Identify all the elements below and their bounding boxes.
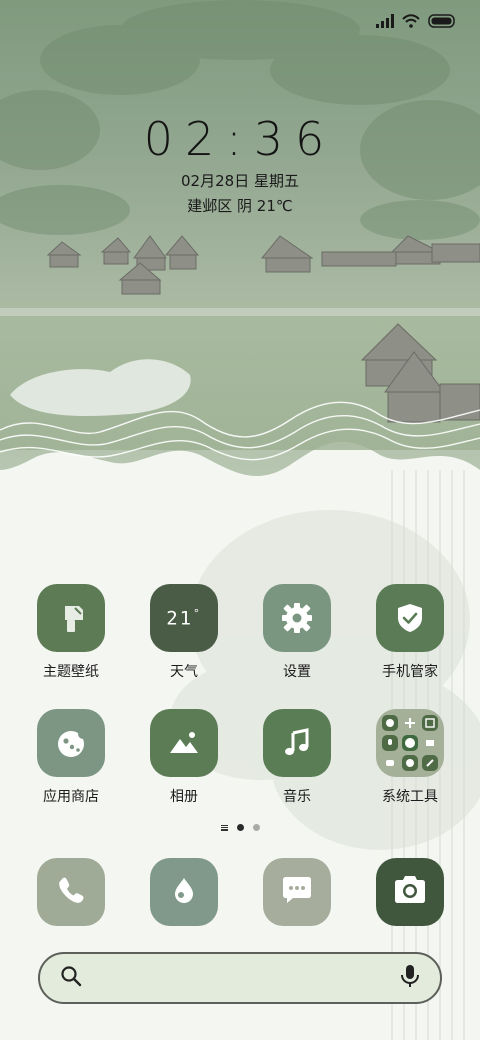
camera-icon — [391, 873, 429, 911]
folder-app-icon — [422, 715, 438, 731]
message-icon — [279, 873, 315, 911]
search-icon[interactable] — [60, 965, 82, 991]
folder-app-icon — [402, 735, 418, 751]
signal-icon — [376, 14, 394, 28]
music-note-icon — [263, 709, 331, 777]
app-theme-wallpaper[interactable]: 主题壁纸 — [16, 584, 126, 681]
folder-app-icon — [402, 755, 418, 771]
folder-app-icon — [382, 715, 398, 731]
dock-browser[interactable] — [150, 858, 218, 926]
app-label: 主题壁纸 — [43, 664, 99, 680]
folder-preview — [382, 715, 438, 771]
folder-app-icon — [402, 715, 418, 731]
brush-icon — [37, 584, 105, 652]
app-label: 手机管家 — [382, 664, 438, 680]
microphone-icon[interactable] — [400, 964, 420, 992]
dock-messages[interactable] — [263, 858, 331, 926]
folder-app-icon — [382, 735, 398, 751]
search-bar[interactable] — [38, 952, 442, 1004]
degree-symbol: ° — [193, 606, 202, 620]
weather-temp: 21 — [166, 607, 194, 630]
app-gallery[interactable]: 相册 — [129, 709, 239, 806]
app-label: 天气 — [170, 664, 198, 680]
app-label: 应用商店 — [43, 789, 99, 805]
page-dot — [252, 824, 260, 831]
weather-text[interactable]: 建邺区 阴 21℃ — [0, 195, 480, 216]
gear-icon — [263, 584, 331, 652]
app-label: 设置 — [283, 664, 311, 680]
dock-camera[interactable] — [376, 858, 444, 926]
folder-icon — [376, 709, 444, 777]
shield-check-icon — [376, 584, 444, 652]
status-bar — [376, 10, 456, 32]
app-music[interactable]: 音乐 — [242, 709, 352, 806]
drop-icon — [167, 873, 201, 911]
app-store-icon — [37, 709, 105, 777]
app-weather[interactable]: 21° 天气 — [129, 584, 239, 681]
page-dot-active — [236, 824, 244, 831]
battery-icon — [428, 14, 456, 28]
folder-app-icon — [422, 755, 438, 771]
app-label: 音乐 — [283, 789, 311, 805]
mountain-icon — [150, 709, 218, 777]
wifi-icon — [402, 14, 420, 28]
app-system-tools[interactable]: 系统工具 — [355, 709, 465, 806]
app-label: 系统工具 — [382, 789, 438, 805]
date-text[interactable]: 02月28日 星期五 — [0, 170, 480, 191]
app-phone-manager[interactable]: 手机管家 — [355, 584, 465, 681]
page-indicator[interactable] — [0, 824, 480, 831]
app-settings[interactable]: 设置 — [242, 584, 352, 681]
clock-time[interactable]: 02:36 — [0, 112, 480, 166]
app-app-store[interactable]: 应用商店 — [16, 709, 126, 806]
folder-app-icon — [422, 735, 438, 751]
dock-phone[interactable] — [37, 858, 105, 926]
app-label: 相册 — [170, 789, 198, 805]
phone-icon — [54, 873, 88, 911]
page-menu-icon — [220, 824, 228, 831]
folder-app-icon — [382, 755, 398, 771]
weather-temp-icon: 21° — [150, 584, 218, 652]
